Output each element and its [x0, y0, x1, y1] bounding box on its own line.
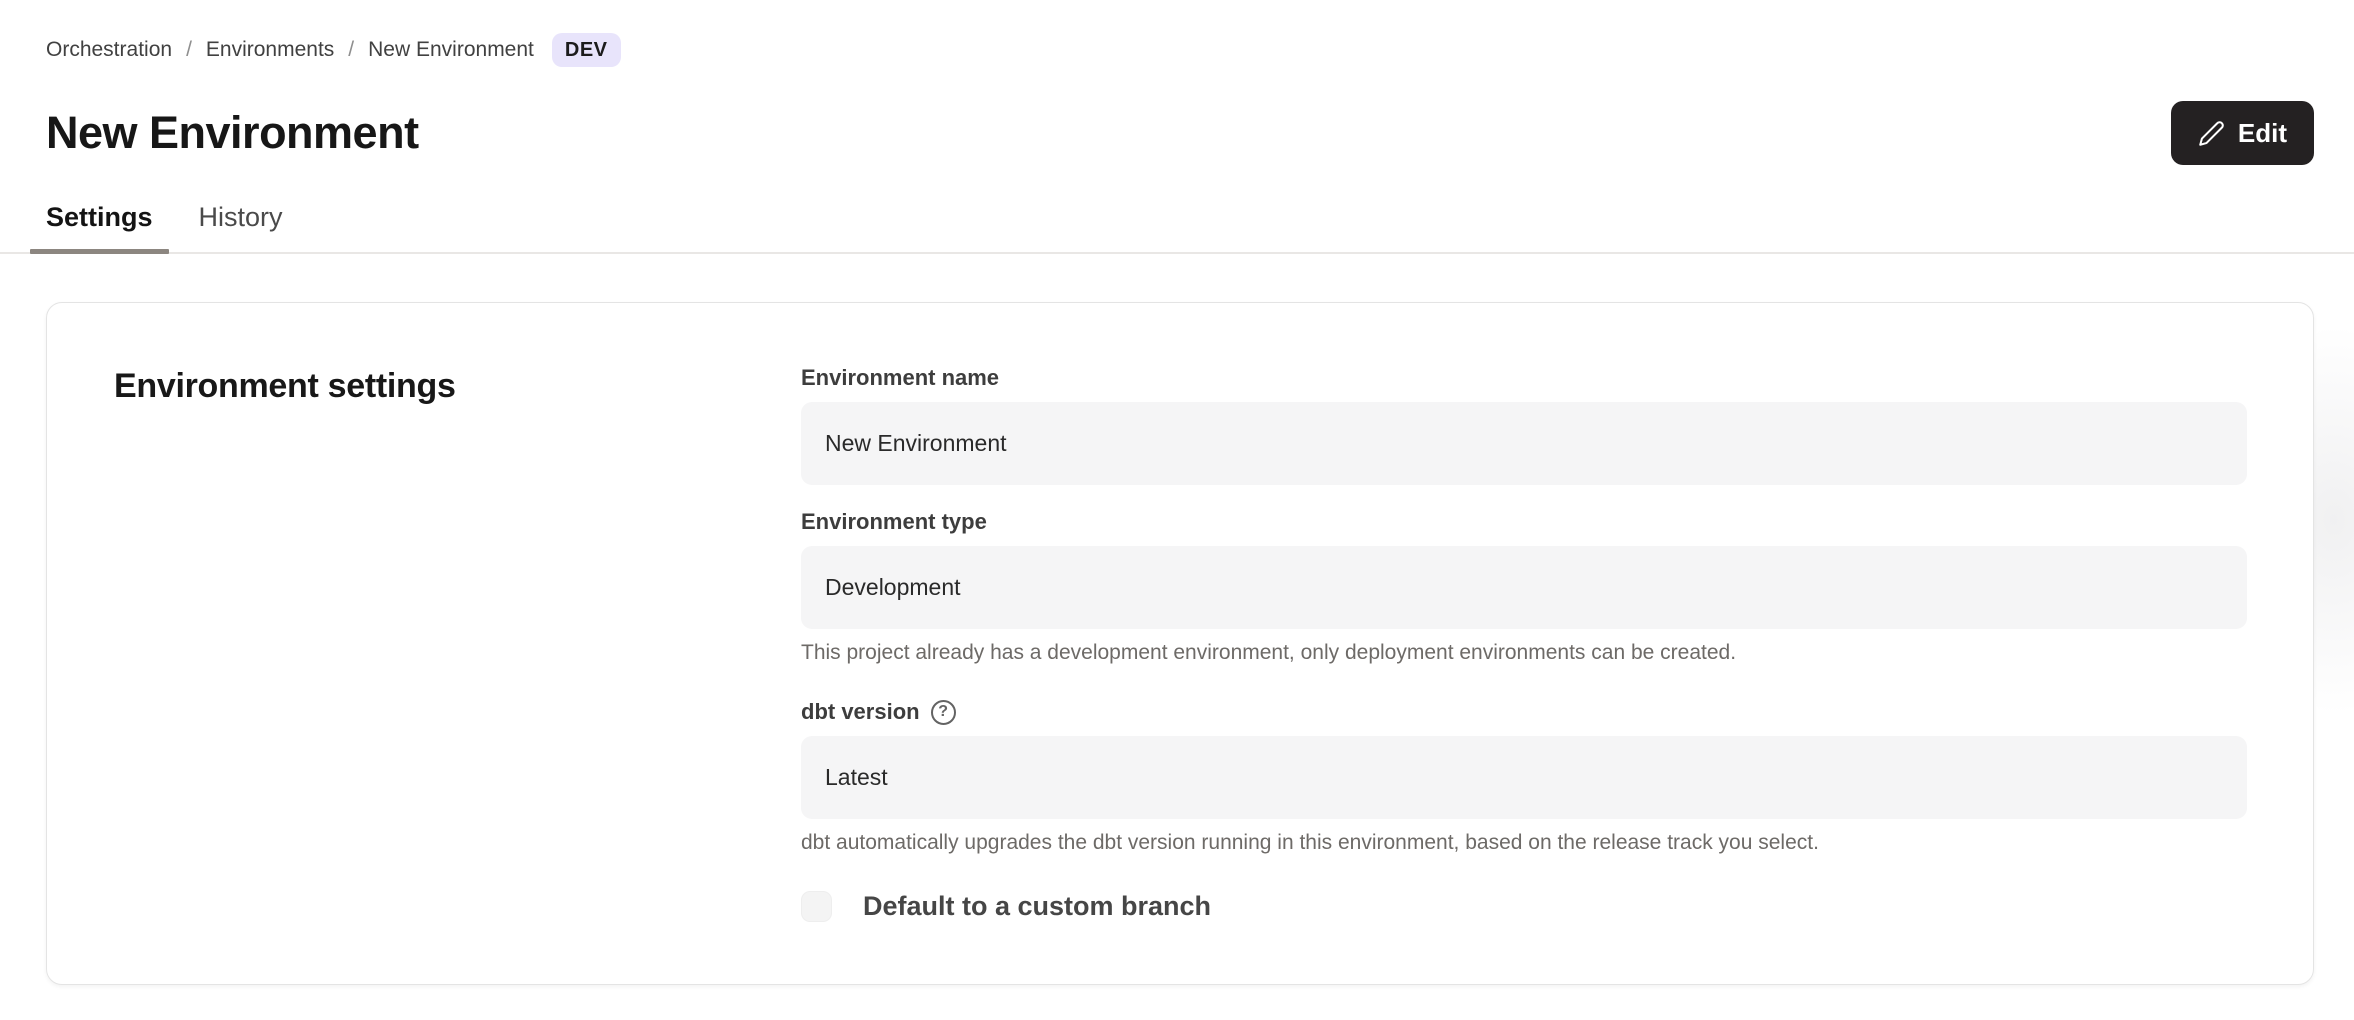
breadcrumb: Orchestration / Environments / New Envir…: [46, 0, 2314, 67]
dbt-version-label: dbt version: [801, 699, 920, 725]
dbt-version-helper-text: dbt automatically upgrades the dbt versi…: [801, 831, 2247, 855]
environment-type-input[interactable]: Development: [801, 546, 2247, 629]
page-header: New Environment Edit: [46, 101, 2314, 165]
custom-branch-checkbox[interactable]: [801, 891, 832, 922]
tabs-divider: [0, 252, 2354, 254]
breadcrumb-environments[interactable]: Environments: [206, 38, 334, 62]
tab-history[interactable]: History: [183, 202, 299, 252]
environment-type-helper-text: This project already has a development e…: [801, 641, 2247, 665]
dbt-version-input[interactable]: Latest: [801, 736, 2247, 819]
environment-type-label: Environment type: [801, 509, 987, 535]
breadcrumb-separator: /: [186, 38, 192, 62]
environment-name-label: Environment name: [801, 365, 999, 391]
custom-branch-label: Default to a custom branch: [863, 891, 1211, 922]
field-dbt-version: dbt version ? Latest dbt automatically u…: [801, 699, 2247, 855]
environment-settings-card: Environment settings Environment name Ne…: [46, 302, 2314, 985]
edit-button[interactable]: Edit: [2171, 101, 2314, 165]
page: Orchestration / Environments / New Envir…: [0, 0, 2354, 1020]
field-environment-name: Environment name New Environment: [801, 365, 2247, 485]
card-heading-column: Environment settings: [114, 365, 801, 984]
environment-dev-badge: DEV: [552, 33, 621, 67]
breadcrumb-orchestration[interactable]: Orchestration: [46, 38, 172, 62]
card-form-column: Environment name New Environment Environ…: [801, 365, 2247, 984]
tab-settings[interactable]: Settings: [30, 202, 169, 252]
field-environment-type: Environment type Development This projec…: [801, 509, 2247, 665]
card-heading: Environment settings: [114, 367, 801, 406]
breadcrumb-separator: /: [348, 38, 354, 62]
help-icon[interactable]: ?: [931, 700, 956, 725]
page-title: New Environment: [46, 107, 419, 159]
environment-name-input[interactable]: New Environment: [801, 402, 2247, 485]
pencil-icon: [2198, 120, 2225, 147]
tab-bar: Settings History: [30, 202, 2314, 252]
breadcrumb-new-environment[interactable]: New Environment: [368, 38, 534, 62]
edit-button-label: Edit: [2238, 118, 2287, 149]
custom-branch-row: Default to a custom branch: [801, 891, 2247, 922]
